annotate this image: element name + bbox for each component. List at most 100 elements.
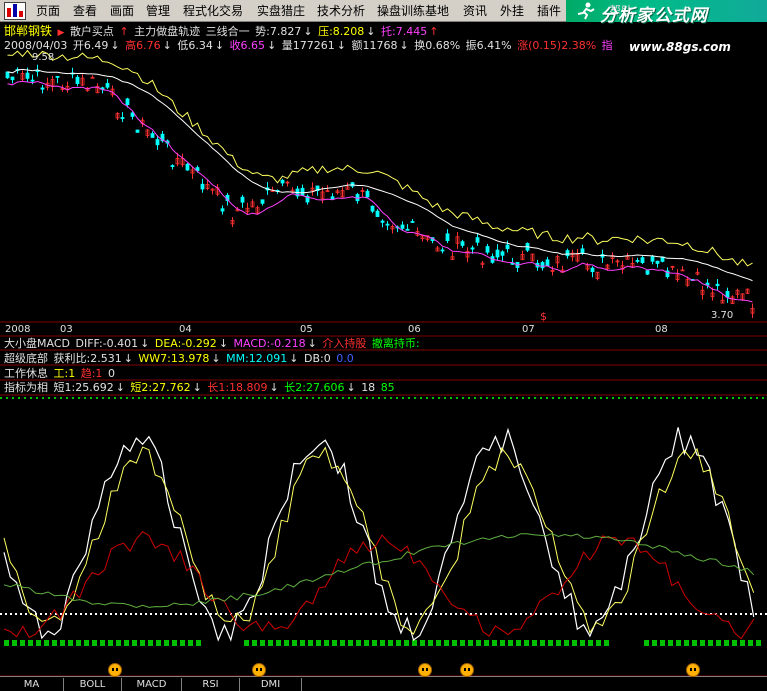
menu-page[interactable]: 页面: [36, 3, 60, 19]
signal-dash: [340, 640, 345, 646]
signal-dash: [724, 640, 729, 646]
bottom-title[interactable]: 超级底部: [4, 352, 48, 365]
quote-close: 收6.65: [229, 39, 266, 52]
candle-body: [635, 260, 640, 262]
menu-news[interactable]: 资讯: [463, 3, 487, 19]
menu-screen[interactable]: 画面: [110, 3, 134, 19]
signal-dash: [596, 640, 601, 646]
menu-view[interactable]: 查看: [73, 3, 97, 19]
signal-dash: [452, 640, 457, 646]
signal-dash: [36, 640, 41, 646]
signal-dash: [428, 640, 433, 646]
tab-dmi[interactable]: DMI: [240, 678, 302, 691]
stock-quote-line: 2008/04/03 开6.49 ↓ 高6.76 ↓ 低6.34 ↓ 收6.65 ↓ 量…: [4, 39, 615, 53]
signal-dash: [580, 640, 585, 646]
menu-plugin-ext[interactable]: 外挂: [500, 3, 524, 19]
menu-live-hunt[interactable]: 实盘猎庄: [257, 3, 305, 19]
signal-dash: [332, 640, 337, 646]
signal-dash: [4, 640, 9, 646]
candle-body: [300, 187, 305, 196]
time-axis-08: 08: [655, 324, 668, 335]
tab-macd[interactable]: MACD: [122, 678, 182, 691]
candle-body: [505, 244, 510, 250]
down-arrow-icon: ↓: [399, 39, 409, 52]
oscillator-chart-panel[interactable]: [0, 397, 767, 646]
signal-dash: [20, 640, 25, 646]
signal-dash: [692, 640, 697, 646]
osc-white-line: [3, 427, 755, 642]
down-arrow-icon: ↓: [269, 381, 279, 394]
candle-body: [30, 79, 35, 82]
signal-dash: [180, 640, 185, 646]
bottom-info-line: 超级底部 获利比:2.531 ↓ WW7:13.978 ↓ MM:12.091 ↓ D…: [4, 352, 356, 366]
candle-body: [580, 248, 585, 254]
signal-dash: [732, 640, 737, 646]
signal-dash: [100, 640, 105, 646]
signal-dash: [540, 640, 545, 646]
signal-dash: [436, 640, 441, 646]
candle-body: [495, 249, 500, 258]
candle-body: [400, 224, 405, 229]
signal-dash: [676, 640, 681, 646]
candle-body: [445, 233, 450, 242]
menu-tech-analysis[interactable]: 技术分析: [317, 3, 365, 19]
signal-dash: [356, 640, 361, 646]
indicator-long1: 长1:18.809: [207, 381, 268, 394]
signal-dash: [516, 640, 521, 646]
candle-body: [380, 220, 385, 223]
signal-dash: [276, 640, 281, 646]
signal-dash: [740, 640, 745, 646]
quote-turnover: 换0.68%: [414, 39, 461, 52]
quote-change: 涨(0.15)2.38%: [517, 39, 597, 52]
tab-rsi[interactable]: RSI: [182, 678, 240, 691]
time-axis-05: 05: [300, 324, 313, 335]
down-arrow-icon: ↓: [307, 337, 317, 350]
candle-body: [125, 98, 130, 106]
candle-body: [105, 83, 110, 88]
menu-addons[interactable]: 插件: [537, 3, 561, 19]
signal-dash: [652, 640, 657, 646]
time-axis-03: 03: [60, 324, 73, 335]
down-arrow-icon: ↓: [218, 337, 229, 350]
menu-bar: 页面 查看 画面 管理 程式化交易 实盘猎庄 技术分析 操盘训练基地 资讯 外挂…: [0, 0, 767, 26]
signal-dash: [300, 640, 305, 646]
candle-body: [200, 183, 205, 190]
app-logo-icon[interactable]: [4, 2, 26, 20]
indicator-name-1: 散户买点: [69, 25, 114, 38]
macd-title[interactable]: 大小盘MACD: [4, 337, 70, 350]
stock-name[interactable]: 邯郸钢铁: [4, 24, 52, 38]
signal-dash: [348, 640, 353, 646]
candle-body: [565, 250, 570, 257]
candle-body: [25, 72, 30, 79]
signal-dash: [604, 640, 609, 646]
time-axis-07: 07: [522, 324, 535, 335]
signal-dash: [52, 640, 57, 646]
tab-ma[interactable]: MA: [0, 678, 64, 691]
menu-manage[interactable]: 管理: [146, 3, 170, 19]
signal-dash: [716, 640, 721, 646]
bottom-db2: 0.0: [336, 352, 354, 365]
menu-training-base[interactable]: 操盘训练基地: [377, 3, 449, 19]
signal-dash: [468, 640, 473, 646]
menu-program-trading[interactable]: 程式化交易: [183, 3, 243, 19]
smiley-signal-icon: [686, 663, 700, 677]
indicator-title[interactable]: 指标为相: [4, 381, 48, 394]
quote-low: 低6.34: [177, 39, 213, 52]
candle-body: [655, 260, 660, 264]
ma-yellow-line: [7, 49, 753, 267]
signal-dash: [492, 640, 497, 646]
signal-dash: [364, 640, 369, 646]
brand-text: 分析家公式网: [600, 6, 708, 26]
candle-body: [155, 139, 160, 146]
quote-amount: 额11768: [351, 39, 398, 52]
bottom-mm: MM:12.091: [226, 352, 288, 365]
candle-body: [280, 179, 285, 184]
work-title[interactable]: 工作休息: [4, 367, 48, 380]
tab-boll[interactable]: BOLL: [64, 678, 122, 691]
candle-body: [40, 87, 45, 90]
signal-dash: [564, 640, 569, 646]
time-axis-06: 06: [408, 324, 421, 335]
signal-dash: [460, 640, 465, 646]
candle-body: [375, 210, 380, 217]
smiley-signal-icon: [252, 663, 266, 677]
